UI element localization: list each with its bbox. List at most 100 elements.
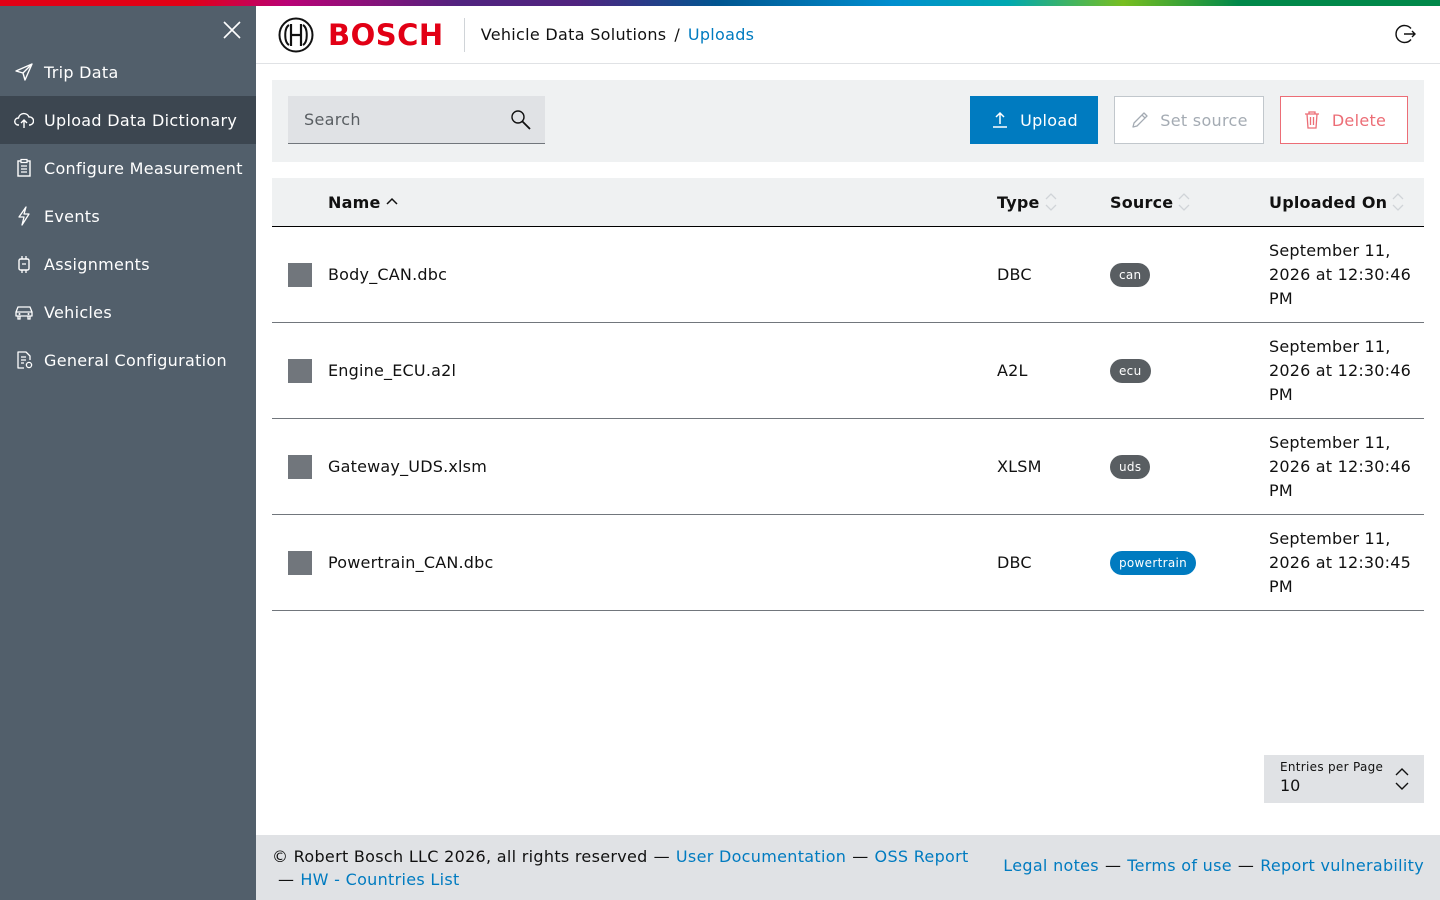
- uploaded-on: September 11, 2026 at 12:30:46 PM: [1269, 336, 1412, 404]
- footer-dash: —: [1104, 856, 1122, 875]
- delete-button-label: Delete: [1331, 110, 1387, 130]
- sort-unsorted-icon: [1045, 193, 1057, 211]
- file-type: XLSM: [997, 457, 1042, 476]
- breadcrumb: Vehicle Data Solutions / Uploads: [481, 25, 755, 44]
- file-type: DBC: [997, 553, 1032, 572]
- set-source-button-label: Set source: [1160, 110, 1248, 130]
- uploads-table: Name Type Source Uploaded On Body_CAN.db…: [272, 178, 1424, 611]
- breadcrumb-app-name[interactable]: Vehicle Data Solutions: [481, 25, 667, 44]
- entries-per-page-value: 10: [1280, 776, 1301, 795]
- sort-unsorted-icon: [1178, 193, 1190, 211]
- pencil-icon: [1132, 112, 1148, 128]
- oss-report-link[interactable]: OSS Report: [875, 847, 969, 866]
- source-cell: powertrain: [1110, 515, 1197, 610]
- trash-icon: [1304, 111, 1319, 129]
- source-badge: ecu: [1110, 358, 1151, 383]
- send-icon: [14, 62, 34, 82]
- column-header-name[interactable]: Name: [328, 178, 399, 226]
- column-header-type[interactable]: Type: [997, 178, 1058, 226]
- sort-ascending-icon: [385, 197, 398, 205]
- source-cell: can: [1110, 227, 1151, 322]
- upload-button-label: Upload: [1020, 110, 1078, 130]
- lightning-icon: [14, 206, 34, 226]
- set-source-button[interactable]: Set source: [1114, 96, 1264, 144]
- search-box: [288, 96, 545, 144]
- supergraphic-stripe: [0, 0, 1440, 6]
- breadcrumb-separator: /: [674, 25, 680, 44]
- legal-notes-link[interactable]: Legal notes: [1003, 856, 1099, 875]
- table-row[interactable]: Powertrain_CAN.dbc DBC powertrain Septem…: [272, 515, 1424, 611]
- delete-button[interactable]: Delete: [1280, 96, 1408, 144]
- footer: © Robert Bosch LLC 2026, all rights rese…: [256, 835, 1440, 900]
- sidebar-item-label: Upload Data Dictionary: [44, 110, 238, 130]
- sidebar-item-assignments[interactable]: Assignments: [0, 240, 256, 288]
- file-type: DBC: [997, 265, 1032, 284]
- entries-per-page-label: Entries per Page: [1280, 760, 1384, 774]
- source-cell: uds: [1110, 419, 1151, 514]
- column-header-uploaded-on[interactable]: Uploaded On: [1269, 178, 1405, 226]
- document-settings-icon: [14, 350, 34, 370]
- terms-of-use-link[interactable]: Terms of use: [1127, 856, 1232, 875]
- uploaded-on: September 11, 2026 at 12:30:46 PM: [1269, 240, 1412, 308]
- user-documentation-link[interactable]: User Documentation: [676, 847, 846, 866]
- source-badge: powertrain: [1110, 550, 1197, 575]
- table-row[interactable]: Gateway_UDS.xlsm XLSM uds September 11, …: [272, 419, 1424, 515]
- table-row[interactable]: Body_CAN.dbc DBC can September 11, 2026 …: [272, 227, 1424, 323]
- sidebar-item-label: Trip Data: [44, 62, 119, 82]
- sidebar-item-upload-data-dictionary[interactable]: Upload Data Dictionary: [0, 96, 256, 144]
- car-icon: [14, 302, 34, 322]
- bosch-logo[interactable]: BOSCH: [278, 17, 444, 53]
- upload-button[interactable]: Upload: [970, 96, 1098, 144]
- source-cell: ecu: [1110, 323, 1151, 418]
- sidebar-item-label: Events: [44, 206, 100, 226]
- report-vulnerability-link[interactable]: Report vulnerability: [1260, 856, 1424, 875]
- sort-unsorted-icon: [1392, 193, 1404, 211]
- row-checkbox[interactable]: [288, 263, 312, 287]
- sidebar-item-general-configuration[interactable]: General Configuration: [0, 336, 256, 384]
- row-checkbox[interactable]: [288, 359, 312, 383]
- cloud-upload-icon: [14, 110, 34, 130]
- header-divider: [463, 17, 465, 52]
- hw-countries-list-link[interactable]: HW - Countries List: [300, 870, 459, 889]
- sidebar-item-events[interactable]: Events: [0, 192, 256, 240]
- footer-left: © Robert Bosch LLC 2026, all rights rese…: [272, 845, 972, 891]
- sidebar-item-label: Vehicles: [44, 302, 112, 322]
- logout-icon: [1395, 24, 1416, 44]
- row-checkbox[interactable]: [288, 455, 312, 479]
- action-toolbar: Upload Set source Delete: [272, 80, 1424, 162]
- close-sidebar-button[interactable]: [218, 16, 246, 44]
- table-header: Name Type Source Uploaded On: [272, 178, 1424, 227]
- uploaded-on: September 11, 2026 at 12:30:46 PM: [1269, 432, 1412, 500]
- sidebar-item-configure-measurement[interactable]: Configure Measurement: [0, 144, 256, 192]
- footer-dash: —: [852, 847, 869, 866]
- footer-dash: —: [1237, 856, 1255, 875]
- file-name: Powertrain_CAN.dbc: [328, 553, 494, 572]
- source-badge: uds: [1110, 454, 1151, 479]
- sidebar-nav: Trip Data Upload Data Dictionary Configu…: [0, 48, 256, 384]
- logout-button[interactable]: [1394, 22, 1418, 46]
- sidebar: Trip Data Upload Data Dictionary Configu…: [0, 6, 256, 900]
- file-name: Gateway_UDS.xlsm: [328, 457, 487, 476]
- top-header: BOSCH Vehicle Data Solutions / Uploads: [256, 6, 1440, 64]
- table-row[interactable]: Engine_ECU.a2l A2L ecu September 11, 202…: [272, 323, 1424, 419]
- search-input[interactable]: [288, 110, 498, 129]
- close-icon: [223, 21, 241, 39]
- column-header-source[interactable]: Source: [1110, 178, 1191, 226]
- breadcrumb-current[interactable]: Uploads: [688, 25, 755, 44]
- logo-wordmark: BOSCH: [328, 17, 444, 52]
- sidebar-item-vehicles[interactable]: Vehicles: [0, 288, 256, 336]
- bosch-armature-icon: [278, 17, 314, 52]
- upload-icon: [993, 111, 1008, 128]
- chevron-up-down-icon: [1395, 768, 1409, 790]
- uploaded-on: September 11, 2026 at 12:30:45 PM: [1269, 528, 1412, 596]
- file-type: A2L: [997, 361, 1028, 380]
- file-name: Engine_ECU.a2l: [328, 361, 457, 380]
- copyright-text: © Robert Bosch LLC 2026, all rights rese…: [272, 847, 648, 866]
- footer-right: Legal notes — Terms of use — Report vulnerab…: [1003, 856, 1424, 875]
- sidebar-item-trip-data[interactable]: Trip Data: [0, 48, 256, 96]
- footer-dash: —: [278, 870, 295, 889]
- footer-dash: —: [653, 847, 670, 866]
- search-icon[interactable]: [509, 108, 533, 132]
- entries-per-page-select[interactable]: Entries per Page 10: [1264, 755, 1424, 803]
- row-checkbox[interactable]: [288, 551, 312, 575]
